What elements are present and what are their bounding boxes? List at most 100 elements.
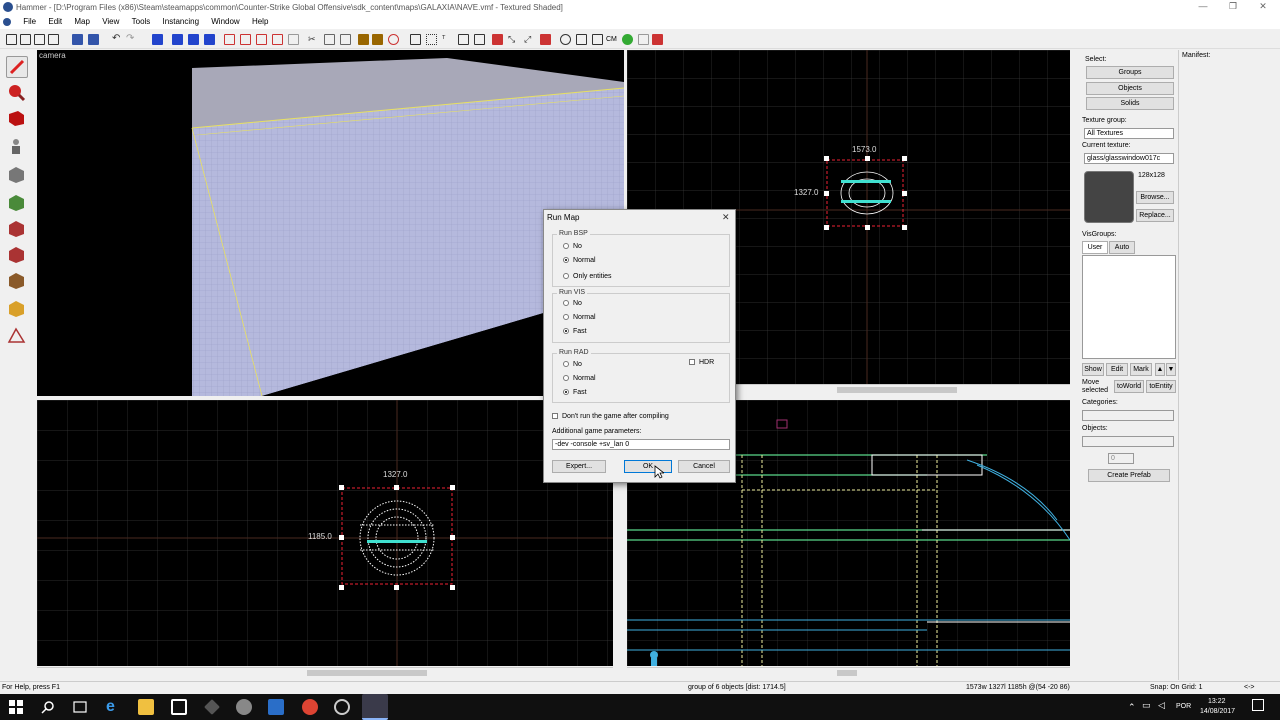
- rad-normal-radio[interactable]: Normal: [563, 375, 596, 382]
- volume-icon[interactable]: ◁: [1158, 700, 1165, 711]
- hide-items-icon[interactable]: [426, 34, 437, 45]
- objects-select[interactable]: [1082, 436, 1174, 447]
- layout-icon[interactable]: [592, 34, 603, 45]
- current-texture-select[interactable]: glass/glasswindow017c: [1084, 153, 1174, 164]
- cordon-icon[interactable]: [224, 34, 235, 45]
- bsp-only-entities-radio[interactable]: Only entities: [563, 273, 612, 280]
- grid-toggle-icon[interactable]: [6, 34, 17, 45]
- magnify-tool-icon[interactable]: [6, 82, 28, 104]
- notifications-icon[interactable]: [1252, 699, 1264, 711]
- menu-instancing[interactable]: Instancing: [158, 15, 204, 28]
- close-window-button[interactable]: ✕: [1250, 1, 1276, 13]
- grid-smaller-icon[interactable]: [20, 34, 31, 45]
- toolbar-red-icon[interactable]: [492, 34, 503, 45]
- group-icon[interactable]: [88, 34, 99, 45]
- expert-button[interactable]: Expert...: [552, 460, 606, 473]
- tray-arrow-icon[interactable]: ⌃: [1128, 702, 1136, 713]
- menu-help[interactable]: Help: [247, 15, 273, 28]
- check-problems-icon[interactable]: [388, 34, 399, 45]
- rad-no-radio[interactable]: No: [563, 361, 582, 368]
- entity-report-icon[interactable]: [410, 34, 421, 45]
- texture-tool-icon[interactable]: [6, 192, 28, 214]
- move-up-icon[interactable]: ▲: [1155, 363, 1165, 376]
- vis-no-radio[interactable]: No: [563, 300, 582, 307]
- clip-tool-icon[interactable]: ⤢: [524, 34, 535, 45]
- bsp-no-radio[interactable]: No: [563, 243, 582, 250]
- csgo-icon[interactable]: [334, 699, 350, 715]
- objects-spinner[interactable]: 0: [1108, 453, 1134, 464]
- to-world-button[interactable]: toWorld: [1114, 380, 1144, 393]
- minimize-button[interactable]: —: [1190, 1, 1216, 13]
- store-icon[interactable]: [171, 699, 187, 715]
- vis-normal-radio[interactable]: Normal: [563, 314, 596, 321]
- menu-file[interactable]: File: [18, 15, 41, 28]
- hide-unselected-icon[interactable]: [204, 34, 215, 45]
- create-prefab-button[interactable]: Create Prefab: [1088, 469, 1170, 482]
- undo-icon[interactable]: ↶: [112, 34, 123, 45]
- front-view-scroll-thumb[interactable]: [307, 670, 427, 676]
- network-icon[interactable]: ▭: [1142, 700, 1151, 711]
- hdr-checkbox[interactable]: HDR: [689, 359, 714, 366]
- apply-texture-icon[interactable]: [6, 218, 28, 240]
- compile-icon[interactable]: [560, 34, 571, 45]
- texture-lock-icon[interactable]: [152, 34, 163, 45]
- quick-hide-icon[interactable]: [288, 34, 299, 45]
- cm-icon[interactable]: CM: [606, 34, 617, 45]
- side-view-scrollbar[interactable]: [627, 667, 1070, 678]
- front-view-scrollbar[interactable]: [37, 667, 613, 678]
- menu-tools[interactable]: Tools: [127, 15, 156, 28]
- replace-button[interactable]: Replace...: [1136, 209, 1174, 222]
- solids-button[interactable]: Solids: [1086, 97, 1174, 110]
- block-tool-icon[interactable]: [6, 164, 28, 186]
- texture-app-icon[interactable]: [358, 34, 369, 45]
- tab-user[interactable]: User: [1082, 241, 1108, 254]
- camera-tool-icon[interactable]: [6, 108, 28, 130]
- toggle-model-icon[interactable]: [638, 34, 649, 45]
- vis-fast-radio[interactable]: Fast: [563, 328, 587, 335]
- tab-auto[interactable]: Auto: [1109, 241, 1135, 254]
- snap-icon[interactable]: ᵀ: [442, 34, 453, 45]
- decal-tool-icon[interactable]: [6, 244, 28, 266]
- show-button[interactable]: Show: [1082, 363, 1104, 376]
- texture-group-select[interactable]: All Textures: [1084, 128, 1174, 139]
- carve-icon[interactable]: [72, 34, 83, 45]
- groups-button[interactable]: Groups: [1086, 66, 1174, 79]
- front-view[interactable]: 1327.0 1185.0: [37, 400, 613, 666]
- blender-icon[interactable]: [236, 699, 252, 715]
- to-entity-button[interactable]: toEntity: [1146, 380, 1176, 393]
- menu-window[interactable]: Window: [206, 15, 244, 28]
- overlay-icon[interactable]: [540, 34, 551, 45]
- menu-edit[interactable]: Edit: [43, 15, 67, 28]
- green-icon[interactable]: [622, 34, 633, 45]
- red-cross-icon[interactable]: [652, 34, 663, 45]
- cordon-tool-icon[interactable]: [240, 34, 251, 45]
- copy-icon[interactable]: [324, 34, 335, 45]
- vertex-tool-icon[interactable]: [6, 298, 28, 320]
- show-all-icon[interactable]: [188, 34, 199, 45]
- clock-date[interactable]: 14/08/2017: [1200, 708, 1235, 715]
- flip-icon[interactable]: [474, 34, 485, 45]
- edit-button[interactable]: Edit: [1106, 363, 1128, 376]
- file-explorer-icon[interactable]: [138, 699, 154, 715]
- objects-button[interactable]: Objects: [1086, 82, 1174, 95]
- selection-mode-icon[interactable]: [272, 34, 283, 45]
- redo-icon[interactable]: ↷: [126, 34, 137, 45]
- entity-tool-icon[interactable]: [6, 136, 28, 158]
- move-down-icon[interactable]: ▼: [1166, 363, 1176, 376]
- mark-button[interactable]: Mark: [1130, 363, 1152, 376]
- tool-app-icon[interactable]: [204, 699, 220, 715]
- dialog-close-button[interactable]: ✕: [722, 212, 730, 223]
- task-view-icon[interactable]: [72, 699, 88, 715]
- ok-button[interactable]: OK: [624, 460, 672, 473]
- rad-fast-radio[interactable]: Fast: [563, 389, 587, 396]
- camera-viewport[interactable]: camera: [37, 50, 624, 396]
- side-view-scroll-thumb[interactable]: [837, 670, 857, 676]
- 3d-grid-icon[interactable]: [48, 34, 59, 45]
- dont-run-game-checkbox[interactable]: Don't run the game after compiling: [552, 413, 669, 420]
- clock-time[interactable]: 13:22: [1208, 698, 1226, 705]
- path-tool-icon[interactable]: [6, 326, 28, 348]
- edge-icon[interactable]: e: [106, 699, 122, 715]
- bsp-normal-radio[interactable]: Normal: [563, 257, 596, 264]
- pointer-tool-icon[interactable]: [6, 56, 28, 78]
- search-icon[interactable]: [40, 699, 56, 715]
